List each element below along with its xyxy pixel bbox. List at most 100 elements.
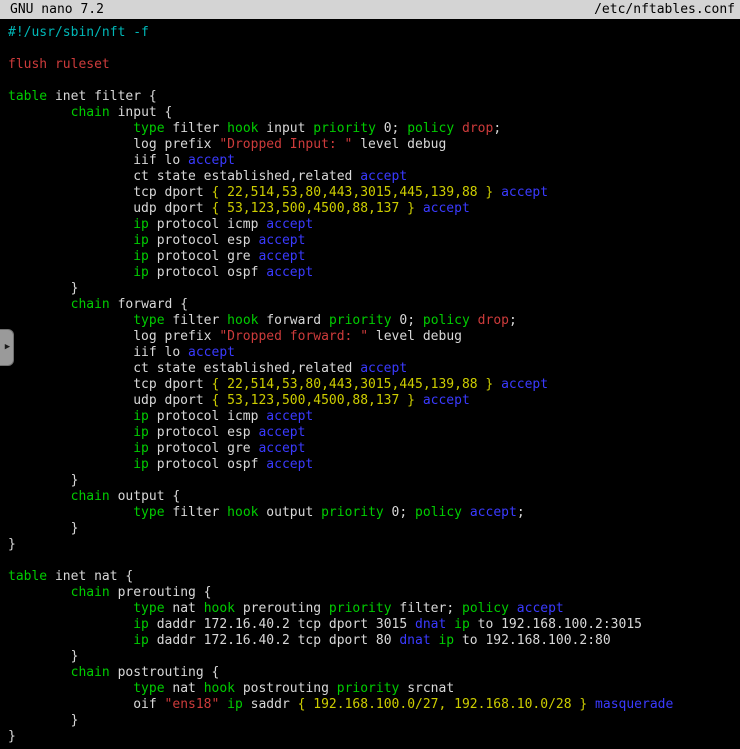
code-token: } bbox=[8, 473, 78, 488]
code-token: ip bbox=[133, 441, 149, 456]
code-token: priority bbox=[321, 505, 384, 520]
code-token: accept bbox=[517, 601, 564, 616]
code-token: 0; bbox=[392, 313, 423, 328]
sidebar-expand-handle[interactable]: ▶ bbox=[0, 329, 14, 366]
code-token: drop bbox=[478, 313, 509, 328]
code-token: saddr bbox=[243, 697, 298, 712]
code-line: log prefix "Dropped Input: " level debug bbox=[8, 137, 740, 153]
code-token: hook bbox=[204, 601, 235, 616]
code-token: policy bbox=[415, 505, 462, 520]
code-token: hook bbox=[227, 505, 258, 520]
code-token bbox=[493, 185, 501, 200]
code-token: { 22,514,53,80,443,3015,445,139,88 } bbox=[212, 377, 494, 392]
code-token bbox=[8, 489, 71, 504]
code-token: nat bbox=[165, 681, 204, 696]
code-line: type nat hook prerouting priority filter… bbox=[8, 601, 740, 617]
editor-content[interactable]: #!/usr/sbin/nft -fflush rulesettable ine… bbox=[0, 19, 740, 745]
code-line: ip protocol icmp accept bbox=[8, 409, 740, 425]
code-line: } bbox=[8, 729, 740, 745]
code-token: accept bbox=[360, 169, 407, 184]
code-token: iif lo bbox=[8, 153, 188, 168]
code-token: accept bbox=[501, 377, 548, 392]
code-token: ct state established,related bbox=[8, 361, 360, 376]
code-token: hook bbox=[204, 681, 235, 696]
code-token: accept bbox=[266, 217, 313, 232]
code-token bbox=[8, 505, 133, 520]
code-token: inet nat { bbox=[47, 569, 133, 584]
code-line: table inet nat { bbox=[8, 569, 740, 585]
code-token: ct state established,related bbox=[8, 169, 360, 184]
code-line: tcp dport { 22,514,53,80,443,3015,445,13… bbox=[8, 185, 740, 201]
code-token: to 192.168.100.2:80 bbox=[454, 633, 611, 648]
code-token: ip bbox=[133, 233, 149, 248]
code-token bbox=[470, 313, 478, 328]
code-token bbox=[415, 201, 423, 216]
code-token: dnat bbox=[399, 633, 430, 648]
code-line: log prefix "Dropped forward: " level deb… bbox=[8, 329, 740, 345]
code-line: ip protocol icmp accept bbox=[8, 217, 740, 233]
code-token: ip bbox=[454, 617, 470, 632]
code-token bbox=[587, 697, 595, 712]
code-token: accept bbox=[258, 441, 305, 456]
code-token bbox=[8, 297, 71, 312]
code-token: ip bbox=[133, 265, 149, 280]
code-token: priority bbox=[329, 313, 392, 328]
code-token: input bbox=[258, 121, 313, 136]
code-token: protocol icmp bbox=[149, 409, 266, 424]
code-line: ip protocol ospf accept bbox=[8, 457, 740, 473]
code-token: masquerade bbox=[595, 697, 673, 712]
code-token: to 192.168.100.2:3015 bbox=[470, 617, 642, 632]
code-line: table inet filter { bbox=[8, 89, 740, 105]
code-token: daddr 172.16.40.2 tcp dport 80 bbox=[149, 633, 399, 648]
code-token: } bbox=[8, 537, 16, 552]
code-token: policy bbox=[423, 313, 470, 328]
code-token: filter bbox=[165, 313, 228, 328]
code-token: postrouting { bbox=[110, 665, 220, 680]
code-line: tcp dport { 22,514,53,80,443,3015,445,13… bbox=[8, 377, 740, 393]
code-token: hook bbox=[227, 121, 258, 136]
code-token: udp dport bbox=[8, 201, 212, 216]
code-token: priority bbox=[329, 601, 392, 616]
code-line: chain input { bbox=[8, 105, 740, 121]
code-token bbox=[8, 617, 133, 632]
code-line: ip daddr 172.16.40.2 tcp dport 3015 dnat… bbox=[8, 617, 740, 633]
code-token: ip bbox=[227, 697, 243, 712]
code-line: type filter hook forward priority 0; pol… bbox=[8, 313, 740, 329]
code-token bbox=[8, 105, 71, 120]
code-token: ; bbox=[517, 505, 525, 520]
code-token: policy bbox=[407, 121, 454, 136]
code-token bbox=[8, 265, 133, 280]
code-line: ct state established,related accept bbox=[8, 361, 740, 377]
code-token: flush ruleset bbox=[8, 57, 110, 72]
code-token bbox=[8, 233, 133, 248]
code-token: tcp dport bbox=[8, 185, 212, 200]
code-token: accept bbox=[188, 153, 235, 168]
code-token: chain bbox=[71, 585, 110, 600]
code-token: type bbox=[133, 601, 164, 616]
code-token bbox=[8, 217, 133, 232]
code-token: srcnat bbox=[399, 681, 454, 696]
code-line: chain forward { bbox=[8, 297, 740, 313]
code-token: nat bbox=[165, 601, 204, 616]
code-token: udp dport bbox=[8, 393, 212, 408]
code-token: priority bbox=[337, 681, 400, 696]
code-token: iif lo bbox=[8, 345, 188, 360]
code-token bbox=[8, 121, 133, 136]
code-token: output { bbox=[110, 489, 180, 504]
code-token: output bbox=[258, 505, 321, 520]
code-token: daddr 172.16.40.2 tcp dport 3015 bbox=[149, 617, 415, 632]
code-line: } bbox=[8, 713, 740, 729]
code-token: accept bbox=[258, 233, 305, 248]
code-line: ip protocol esp accept bbox=[8, 425, 740, 441]
code-token: chain bbox=[71, 105, 110, 120]
code-line: } bbox=[8, 649, 740, 665]
code-token bbox=[8, 425, 133, 440]
code-token: protocol gre bbox=[149, 249, 259, 264]
code-token: } bbox=[8, 281, 78, 296]
code-line: } bbox=[8, 537, 740, 553]
code-line: oif "ens18" ip saddr { 192.168.100.0/27,… bbox=[8, 697, 740, 713]
code-token: 0; bbox=[376, 121, 407, 136]
code-token bbox=[8, 457, 133, 472]
code-line: iif lo accept bbox=[8, 153, 740, 169]
code-token: accept bbox=[423, 201, 470, 216]
